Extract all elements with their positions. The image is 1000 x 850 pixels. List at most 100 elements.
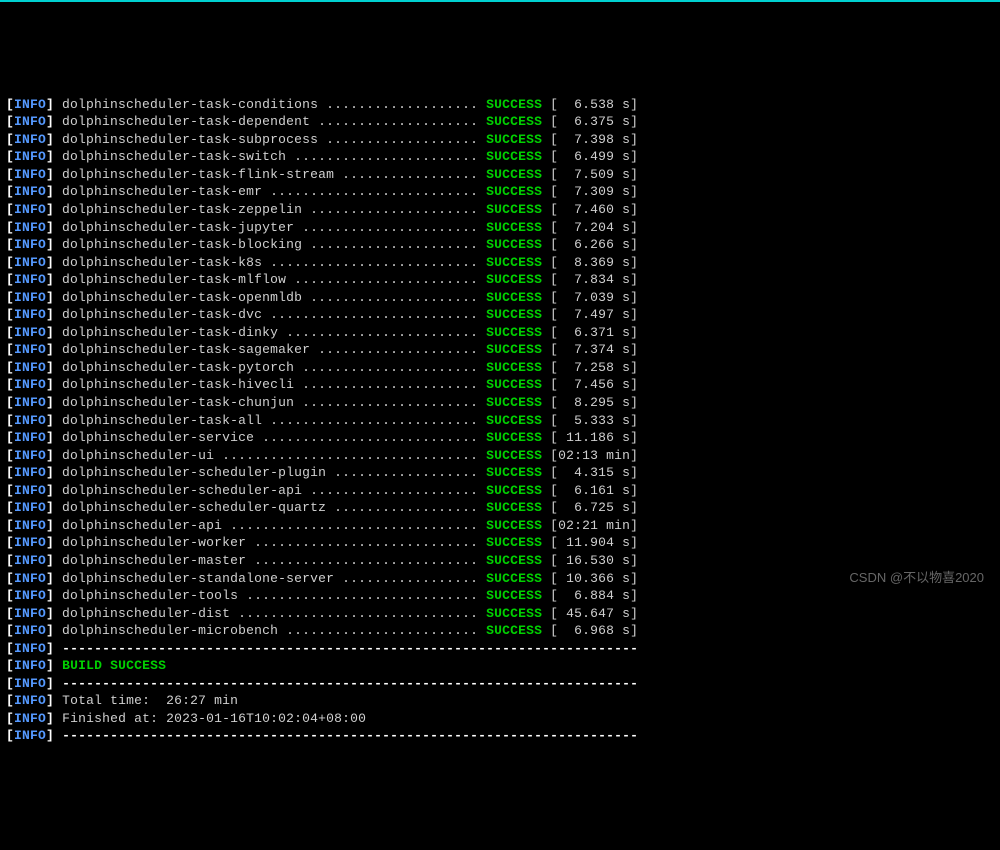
build-line: [INFO] dolphinscheduler-scheduler-quartz… [6,499,994,517]
log-level-tag: INFO [14,307,46,322]
module-name: dolphinscheduler-microbench [54,623,286,638]
build-time: [ 8.295 s] [542,395,638,410]
bracket-open: [ [6,606,14,621]
build-status: SUCCESS [486,255,542,270]
bracket-open: [ [6,255,14,270]
separator-text: ----------------------------------------… [62,641,638,656]
separator-text: ----------------------------------------… [62,728,638,743]
log-level-tag: INFO [14,132,46,147]
build-line: [INFO] dolphinscheduler-task-dependent .… [6,113,994,131]
bracket-close: ] [46,623,54,638]
build-time: [ 7.309 s] [542,184,638,199]
build-status: SUCCESS [486,220,542,235]
module-name: dolphinscheduler-task-blocking [54,237,310,252]
bracket-open: [ [6,430,14,445]
module-name: dolphinscheduler-task-jupyter [54,220,302,235]
build-line: [INFO] dolphinscheduler-task-mlflow ....… [6,271,994,289]
bracket-open: [ [6,272,14,287]
build-status: SUCCESS [486,623,542,638]
module-name: dolphinscheduler-scheduler-quartz [54,500,334,515]
bracket-open: [ [6,448,14,463]
dots-filler: ....................... [294,272,486,287]
module-name: dolphinscheduler-tools [54,588,246,603]
build-time: [ 6.968 s] [542,623,638,638]
module-name: dolphinscheduler-task-chunjun [54,395,302,410]
log-level-tag: INFO [14,535,46,550]
bracket-close: ] [46,237,54,252]
build-time: [ 7.509 s] [542,167,638,182]
log-level-tag: INFO [14,360,46,375]
build-time: [ 45.647 s] [542,606,638,621]
build-time: [ 6.538 s] [542,97,638,112]
dots-filler: ............................. [246,588,486,603]
build-result-line: [INFO] BUILD SUCCESS [6,657,994,675]
bracket-close: ] [46,342,54,357]
terminal-output: [INFO] dolphinscheduler-task-conditions … [6,92,994,745]
bracket-close: ] [46,553,54,568]
build-line: [INFO] dolphinscheduler-task-emr .......… [6,183,994,201]
module-name: dolphinscheduler-task-flink-stream [54,167,342,182]
bracket-open: [ [6,307,14,322]
log-level-tag: INFO [14,623,46,638]
module-name: dolphinscheduler-task-conditions [54,97,326,112]
build-result: BUILD SUCCESS [62,658,166,673]
module-name: dolphinscheduler-task-mlflow [54,272,294,287]
build-status: SUCCESS [486,307,542,322]
build-time: [ 7.374 s] [542,342,638,357]
bracket-open: [ [6,413,14,428]
log-level-tag: INFO [14,500,46,515]
dots-filler: ............................... [230,518,486,533]
build-status: SUCCESS [486,465,542,480]
log-level-tag: INFO [14,220,46,235]
build-status: SUCCESS [486,448,542,463]
build-time: [ 6.161 s] [542,483,638,498]
build-time: [ 10.366 s] [542,571,638,586]
log-level-tag: INFO [14,483,46,498]
finished-line: [INFO] Finished at: 2023-01-16T10:02:04+… [6,710,994,728]
module-name: dolphinscheduler-task-emr [54,184,270,199]
build-time: [ 7.204 s] [542,220,638,235]
bracket-open: [ [6,202,14,217]
bracket-open: [ [6,325,14,340]
build-status: SUCCESS [486,483,542,498]
module-name: dolphinscheduler-dist [54,606,238,621]
bracket-open: [ [6,97,14,112]
build-line: [INFO] dolphinscheduler-master .........… [6,552,994,570]
build-line: [INFO] dolphinscheduler-task-flink-strea… [6,166,994,184]
log-level-tag: INFO [14,97,46,112]
bracket-open: [ [6,114,14,129]
bracket-close: ] [46,202,54,217]
separator-text: ----------------------------------------… [62,676,638,691]
bracket-open: [ [6,377,14,392]
bracket-close: ] [46,272,54,287]
module-name: dolphinscheduler-task-all [54,413,270,428]
bracket-open: [ [6,342,14,357]
dots-filler: .................. [334,500,486,515]
build-time: [ 7.258 s] [542,360,638,375]
build-line: [INFO] dolphinscheduler-tools ..........… [6,587,994,605]
dots-filler: .......................... [270,413,486,428]
build-line: [INFO] dolphinscheduler-task-dvc .......… [6,306,994,324]
build-status: SUCCESS [486,114,542,129]
dots-filler: ..................... [310,290,486,305]
bracket-close: ] [46,290,54,305]
dots-filler: .......................... [270,184,486,199]
bracket-close: ] [46,167,54,182]
bracket-close: ] [46,535,54,550]
build-line: [INFO] dolphinscheduler-task-subprocess … [6,131,994,149]
module-name: dolphinscheduler-worker [54,535,254,550]
bracket-close: ] [46,132,54,147]
module-name: dolphinscheduler-task-subprocess [54,132,326,147]
build-line: [INFO] dolphinscheduler-api ............… [6,517,994,535]
module-name: dolphinscheduler-task-dependent [54,114,318,129]
build-line: [INFO] dolphinscheduler-task-zeppelin ..… [6,201,994,219]
build-line: [INFO] dolphinscheduler-ui .............… [6,447,994,465]
finished-value: 2023-01-16T10:02:04+08:00 [166,711,366,726]
log-level-tag: INFO [14,465,46,480]
bracket-open: [ [6,623,14,638]
build-line: [INFO] dolphinscheduler-task-all .......… [6,412,994,430]
build-time: [ 7.497 s] [542,307,638,322]
bracket-close: ] [46,448,54,463]
build-status: SUCCESS [486,272,542,287]
module-name: dolphinscheduler-task-switch [54,149,294,164]
